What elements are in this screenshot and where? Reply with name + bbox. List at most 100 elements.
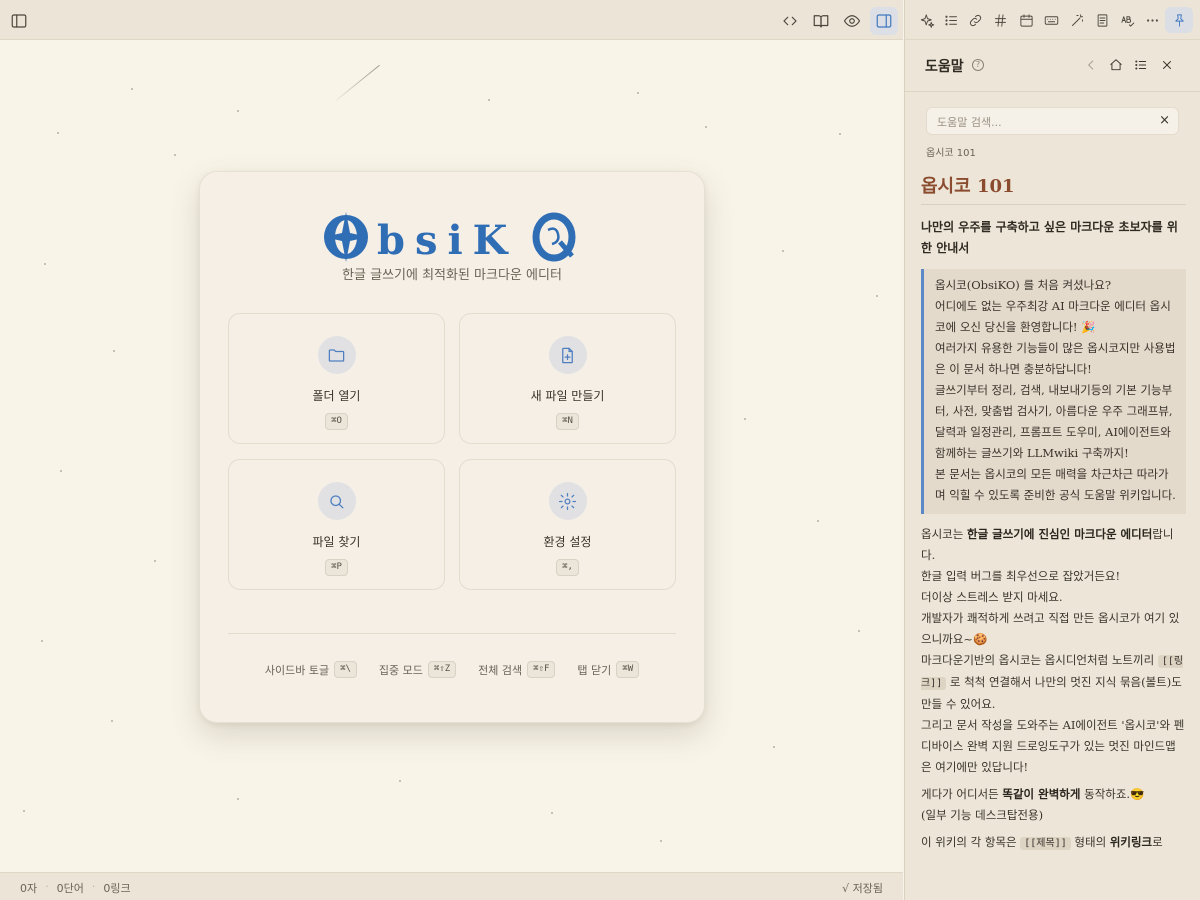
shortcut-badge: ⌘N [556, 413, 579, 430]
star [23, 810, 25, 812]
status-bar: 0자 · 0단어 · 0링크 √ 저장됨 [0, 872, 903, 900]
search-icon [330, 494, 344, 508]
shortcut-key: ⌘W [616, 661, 640, 678]
help-document: 옵시코 101 나만의 우주를 구축하고 싶은 마크다운 초보자를 위한 안내서… [921, 172, 1186, 854]
keyboard-button[interactable] [1039, 7, 1063, 33]
home-button[interactable] [1107, 56, 1125, 74]
link-count: 0링크 [103, 882, 131, 895]
doc-paragraph: 게다가 어디서든 똑같이 완벽하게 동작하죠.😎 [921, 787, 1145, 801]
shortcut-key: ⌘⇧Z [427, 661, 457, 678]
search-icon-circle [317, 482, 356, 520]
quote-line: 본 문서는 옵시코의 모든 매력을 차근차근 따라가며 익힐 수 있도록 준비한… [935, 467, 1176, 502]
separator: · [91, 880, 96, 893]
file-plus-icon-circle [548, 336, 587, 374]
app-subtitle: 한글 글쓰기에 최적화된 마크다운 에디터 [342, 268, 562, 283]
meteor-decoration [335, 64, 380, 101]
source-mode-button[interactable] [776, 7, 804, 35]
sidebar-toggle-icon [11, 14, 27, 28]
sparkle-icon [920, 13, 934, 28]
shortcut-label: 사이드바 토글 [264, 663, 330, 677]
star [705, 126, 707, 128]
reading-mode-button[interactable] [807, 7, 835, 35]
save-status: √ 저장됨 [842, 882, 883, 895]
open-folder-tile[interactable]: 폴더 열기 ⌘O [228, 313, 445, 444]
star [60, 470, 62, 472]
doc-paragraph: 더이상 스트레스 받지 마세요. [921, 590, 1063, 604]
help-panel-title: 도움말 [925, 59, 964, 75]
more-icon [1146, 18, 1158, 22]
link-icon [969, 14, 981, 26]
spellcheck-button[interactable] [1115, 7, 1139, 33]
more-button[interactable] [1140, 7, 1164, 33]
breadcrumb[interactable]: 옵시코 101 [926, 144, 976, 159]
document-icon [1097, 13, 1107, 27]
shortcut-key: ⌘\ [334, 661, 357, 678]
panel-right-icon [876, 14, 892, 28]
help-panel-header: 도움말 ? [905, 40, 1200, 92]
star [488, 99, 490, 101]
quote-line: 여러가지 유용한 기능들이 많은 옵시코지만 사용법은 이 문서 하나면 충분하… [935, 341, 1176, 376]
star [154, 560, 156, 562]
spellcheck-icon [1120, 15, 1134, 27]
star [637, 92, 639, 94]
hash-icon [994, 13, 1006, 27]
keyboard-icon [1044, 15, 1058, 25]
shortcut-hint: 사이드바 토글 ⌘\ [265, 661, 357, 678]
document-button[interactable] [1090, 7, 1114, 33]
star [744, 418, 746, 420]
shortcut-badge: ⌘, [556, 559, 579, 576]
doc-paragraph: 마크다운기반의 옵시코는 옵시디언처럼 노트끼리 [[링크]] 로 척척 연결해… [921, 653, 1184, 711]
welcome-card: bsiK 한글 글쓰기에 최적화된 마크다운 에디터 폴더 열기 ⌘O 새 파일… [199, 171, 705, 723]
list-icon [944, 15, 957, 25]
back-button[interactable] [1082, 56, 1100, 74]
close-button[interactable] [1158, 56, 1176, 74]
star [782, 250, 784, 252]
outline-button[interactable] [939, 7, 963, 33]
clear-search-icon[interactable]: × [1159, 113, 1170, 128]
shortcut-hint: 집중 모드 ⌘⇧Z [378, 661, 457, 678]
doc-paragraph: (일부 기능 데스크탑전용) [921, 808, 1044, 822]
shortcut-hint: 전체 검색 ⌘⇧F [478, 661, 556, 678]
card-divider [228, 633, 676, 634]
quote-line: 어디에도 없는 우주최강 AI 마크다운 에디터 옵시코에 오신 당신을 환영합… [935, 299, 1171, 334]
magic-button[interactable] [1065, 7, 1089, 33]
links-button[interactable] [963, 7, 987, 33]
shortcut-hint: 탭 닫기 ⌘W [577, 661, 640, 678]
eye-icon [843, 15, 861, 27]
shortcut-key: ⌘⇧F [527, 661, 556, 678]
folder-icon-circle [317, 336, 356, 374]
star [876, 295, 878, 297]
tags-button[interactable] [988, 7, 1012, 33]
doc-paragraph: 한글 입력 버그를 최우선으로 잡았거든요! [921, 569, 1121, 583]
preview-button[interactable] [838, 7, 866, 35]
inline-code: [[제목]] [1020, 837, 1071, 850]
new-file-tile[interactable]: 새 파일 만들기 ⌘N [459, 313, 676, 444]
help-info-icon[interactable]: ? [972, 59, 984, 71]
doc-paragraph: 옵시코는 한글 글쓰기에 진심인 마크다운 에디터랍니다. [921, 527, 1174, 562]
pin-button[interactable] [1165, 7, 1193, 33]
star [551, 812, 553, 814]
doc-paragraph: 그리고 문서 작성을 도와주는 AI에이전트 '옵시코'와 펜디바이스 완벽 지… [921, 718, 1185, 774]
folder-icon [328, 348, 345, 362]
find-file-tile[interactable]: 파일 찾기 ⌘P [228, 459, 445, 590]
search-placeholder: 도움말 검색... [937, 116, 1002, 129]
shortcut-label: 집중 모드 [378, 663, 423, 677]
help-search-input[interactable]: 도움말 검색... × [926, 107, 1179, 135]
star [174, 154, 176, 156]
settings-tile[interactable]: 환경 설정 ⌘, [459, 459, 676, 590]
shortcut-badge: ⌘O [325, 413, 348, 430]
toc-button[interactable] [1132, 56, 1150, 74]
doc-lead: 나만의 우주를 구축하고 싶은 마크다운 초보자를 위한 안내서 [921, 220, 1178, 255]
star [113, 350, 115, 352]
magic-wand-icon [1071, 13, 1083, 26]
star [57, 132, 59, 134]
star [399, 780, 401, 782]
char-count: 0자 [20, 882, 38, 895]
intro-callout: 옵시코(ObsiKO) 를 처음 켜셨나요? 어디에도 없는 우주최강 AI 마… [921, 269, 1186, 514]
sidebar-toggle-button[interactable] [5, 7, 33, 35]
editor-toolbar [0, 0, 903, 40]
right-panel-toggle-button[interactable] [870, 7, 898, 35]
file-plus-icon [562, 347, 573, 363]
calendar-button[interactable] [1014, 7, 1038, 33]
ai-button[interactable] [915, 7, 939, 33]
